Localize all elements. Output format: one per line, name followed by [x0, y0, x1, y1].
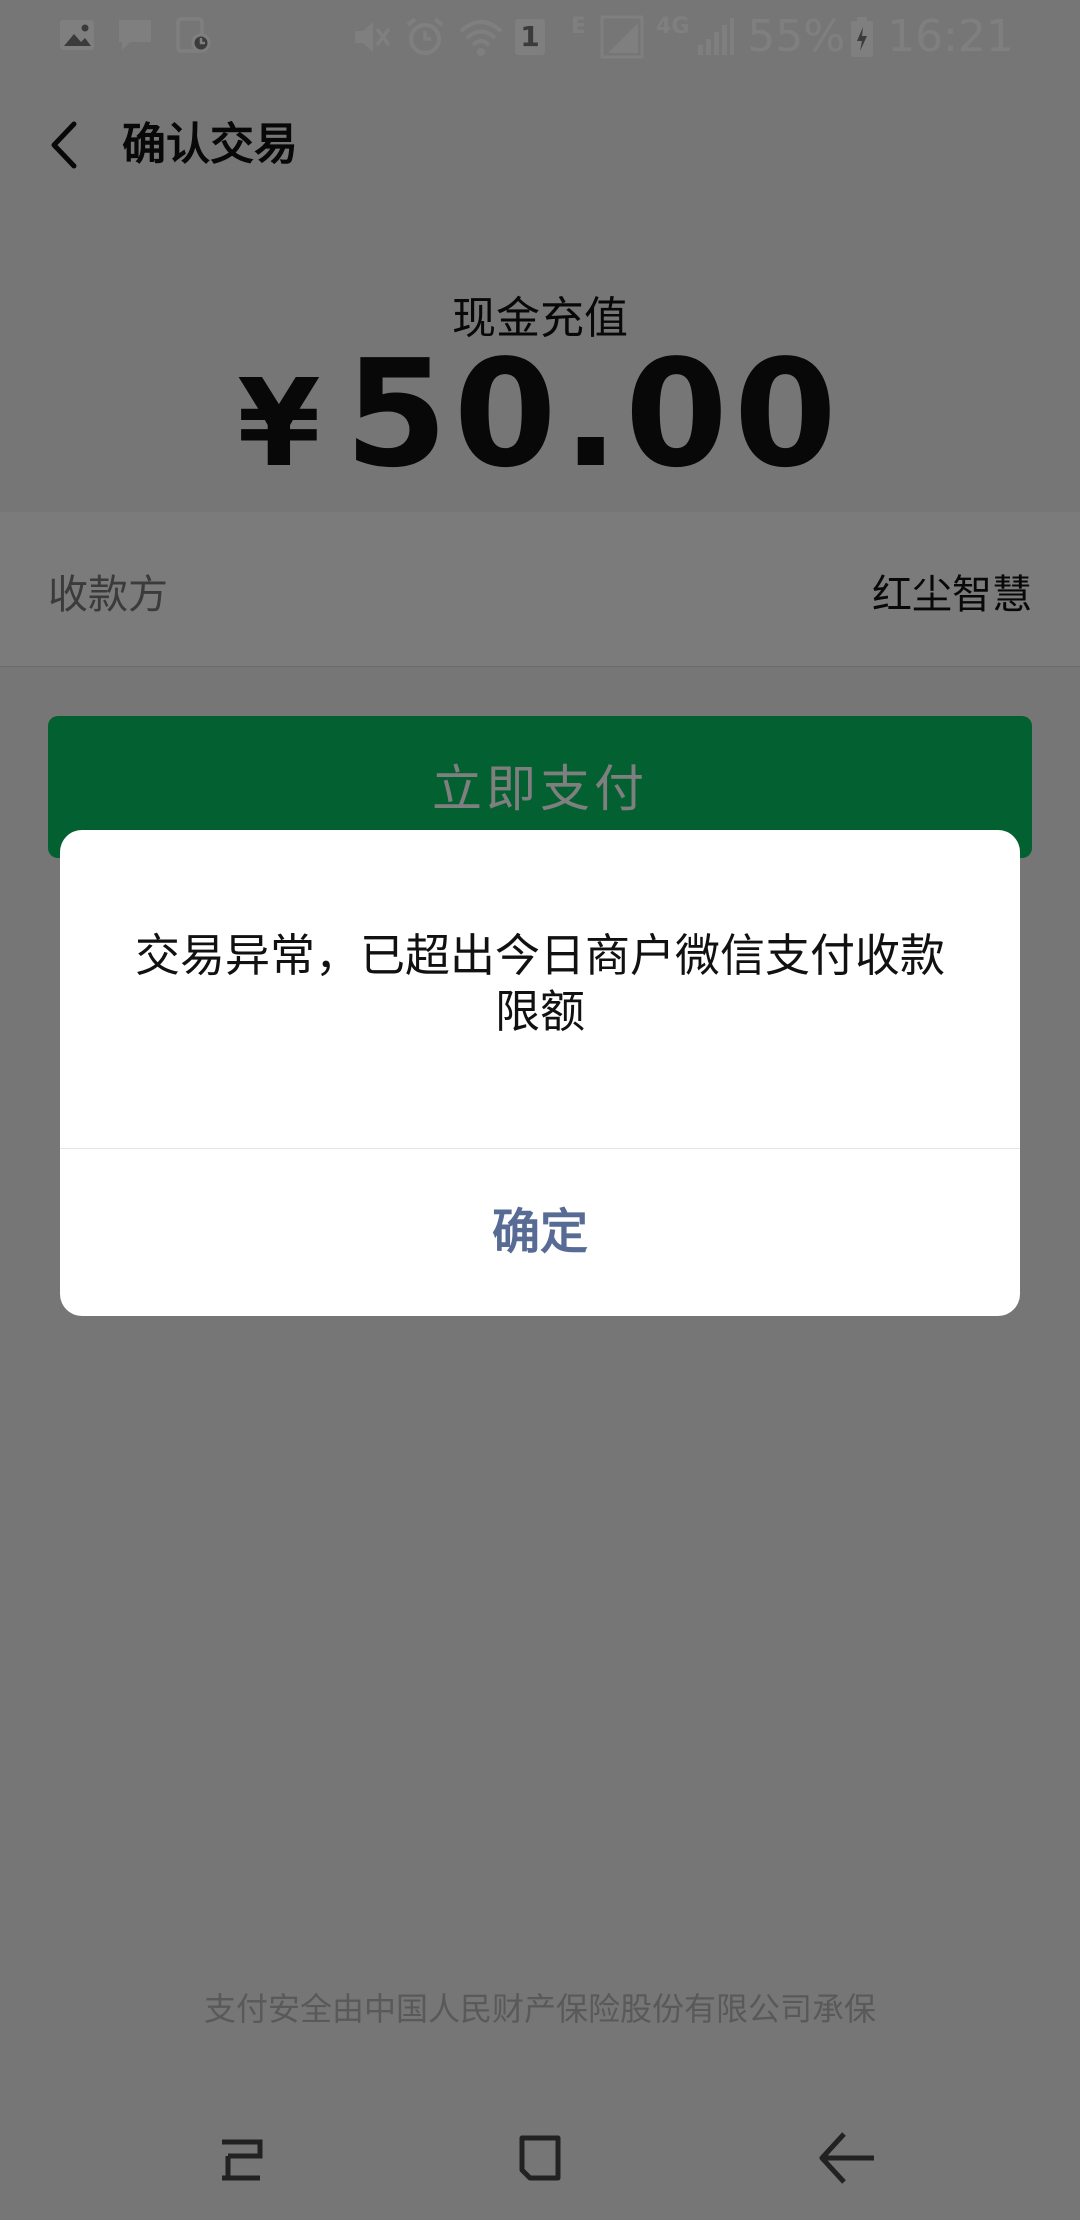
screen: 1 E 4G 55% 16:21	[0, 0, 1080, 2220]
confirm-button[interactable]: 确定	[60, 1149, 1020, 1316]
dialog-message: 交易异常，已超出今日商户微信支付收款限额	[134, 929, 945, 1038]
alert-dialog: 交易异常，已超出今日商户微信支付收款限额 确定	[60, 830, 1020, 1316]
